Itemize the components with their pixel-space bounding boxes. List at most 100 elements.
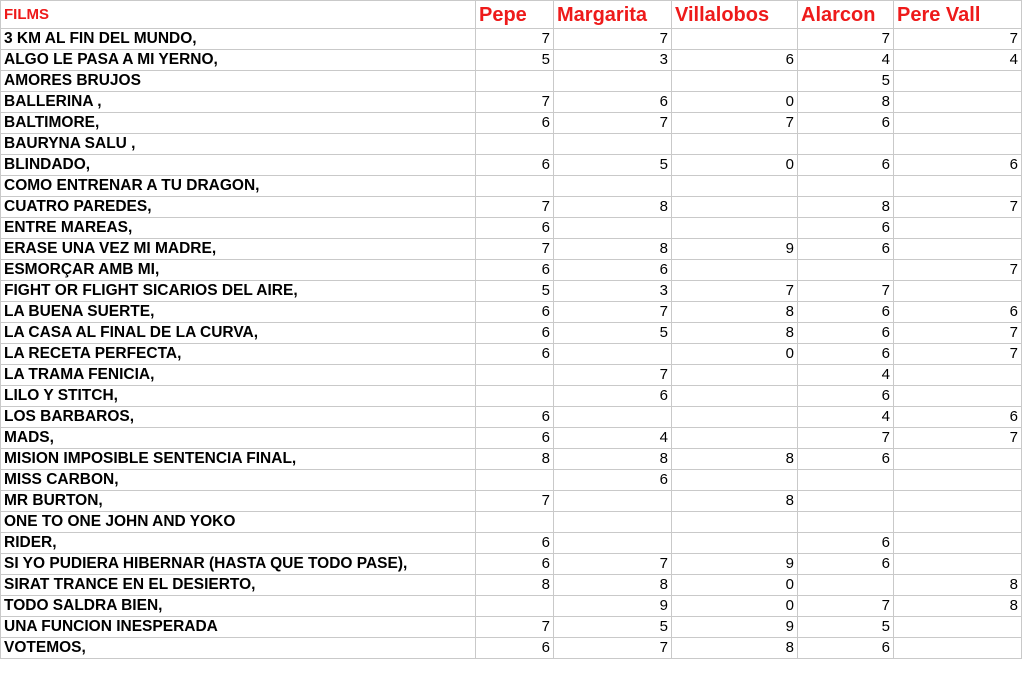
score-cell-villalobos[interactable]: 0	[671, 343, 798, 365]
score-cell-alarcon[interactable]: 4	[797, 49, 894, 71]
score-cell-pere-vall[interactable]: 7	[893, 343, 1022, 365]
header-cell-pere-vall[interactable]: Pere Vall	[893, 0, 1022, 29]
score-cell-margarita[interactable]: 8	[553, 196, 672, 218]
score-cell-pepe[interactable]: 6	[475, 553, 554, 575]
score-cell-villalobos[interactable]	[671, 427, 798, 449]
score-cell-pepe[interactable]	[475, 175, 554, 197]
score-cell-pere-vall[interactable]: 7	[893, 427, 1022, 449]
film-title-cell[interactable]: BALTIMORE,	[0, 112, 476, 134]
score-cell-alarcon[interactable]	[797, 574, 894, 596]
score-cell-villalobos[interactable]	[671, 259, 798, 281]
score-cell-villalobos[interactable]	[671, 385, 798, 407]
score-cell-alarcon[interactable]	[797, 511, 894, 533]
score-cell-pere-vall[interactable]	[893, 70, 1022, 92]
score-cell-alarcon[interactable]: 7	[797, 280, 894, 302]
score-cell-alarcon[interactable]: 6	[797, 343, 894, 365]
score-cell-pere-vall[interactable]	[893, 448, 1022, 470]
score-cell-pepe[interactable]: 8	[475, 448, 554, 470]
score-cell-alarcon[interactable]	[797, 469, 894, 491]
header-cell-villalobos[interactable]: Villalobos	[671, 0, 798, 29]
score-cell-pepe[interactable]: 7	[475, 616, 554, 638]
score-cell-villalobos[interactable]: 8	[671, 448, 798, 470]
score-cell-alarcon[interactable]: 6	[797, 532, 894, 554]
score-cell-pepe[interactable]: 7	[475, 28, 554, 50]
score-cell-pepe[interactable]: 6	[475, 406, 554, 428]
score-cell-margarita[interactable]: 5	[553, 322, 672, 344]
score-cell-alarcon[interactable]: 8	[797, 91, 894, 113]
score-cell-pere-vall[interactable]	[893, 469, 1022, 491]
score-cell-pere-vall[interactable]	[893, 490, 1022, 512]
score-cell-margarita[interactable]: 3	[553, 280, 672, 302]
score-cell-pepe[interactable]: 6	[475, 301, 554, 323]
film-title-cell[interactable]: ALGO LE PASA A MI YERNO,	[0, 49, 476, 71]
score-cell-pere-vall[interactable]	[893, 637, 1022, 659]
score-cell-margarita[interactable]: 7	[553, 301, 672, 323]
score-cell-alarcon[interactable]: 7	[797, 595, 894, 617]
score-cell-alarcon[interactable]: 8	[797, 196, 894, 218]
score-cell-alarcon[interactable]: 6	[797, 301, 894, 323]
header-cell-films[interactable]: FILMS	[0, 0, 476, 29]
score-cell-alarcon[interactable]	[797, 175, 894, 197]
score-cell-pere-vall[interactable]	[893, 553, 1022, 575]
score-cell-villalobos[interactable]: 0	[671, 91, 798, 113]
film-title-cell[interactable]: LA BUENA SUERTE,	[0, 301, 476, 323]
score-cell-pere-vall[interactable]	[893, 280, 1022, 302]
score-cell-villalobos[interactable]: 0	[671, 574, 798, 596]
score-cell-villalobos[interactable]: 9	[671, 238, 798, 260]
score-cell-margarita[interactable]: 7	[553, 637, 672, 659]
score-cell-alarcon[interactable]: 6	[797, 448, 894, 470]
score-cell-villalobos[interactable]: 6	[671, 49, 798, 71]
film-title-cell[interactable]: COMO ENTRENAR A TU DRAGON,	[0, 175, 476, 197]
score-cell-margarita[interactable]	[553, 217, 672, 239]
score-cell-alarcon[interactable]	[797, 133, 894, 155]
score-cell-margarita[interactable]	[553, 532, 672, 554]
score-cell-margarita[interactable]	[553, 511, 672, 533]
score-cell-villalobos[interactable]: 7	[671, 112, 798, 134]
score-cell-margarita[interactable]: 8	[553, 238, 672, 260]
score-cell-pere-vall[interactable]	[893, 217, 1022, 239]
score-cell-margarita[interactable]: 6	[553, 91, 672, 113]
score-cell-pere-vall[interactable]	[893, 532, 1022, 554]
score-cell-margarita[interactable]	[553, 343, 672, 365]
score-cell-villalobos[interactable]	[671, 364, 798, 386]
film-title-cell[interactable]: AMORES BRUJOS	[0, 70, 476, 92]
score-cell-pere-vall[interactable]	[893, 364, 1022, 386]
score-cell-margarita[interactable]: 7	[553, 364, 672, 386]
score-cell-margarita[interactable]	[553, 490, 672, 512]
score-cell-margarita[interactable]: 7	[553, 112, 672, 134]
score-cell-villalobos[interactable]: 8	[671, 637, 798, 659]
header-cell-margarita[interactable]: Margarita	[553, 0, 672, 29]
score-cell-pepe[interactable]: 6	[475, 259, 554, 281]
score-cell-pepe[interactable]: 5	[475, 280, 554, 302]
score-cell-margarita[interactable]: 6	[553, 385, 672, 407]
score-cell-alarcon[interactable]: 5	[797, 616, 894, 638]
score-cell-alarcon[interactable]: 4	[797, 406, 894, 428]
score-cell-pepe[interactable]: 6	[475, 217, 554, 239]
film-title-cell[interactable]: ESMORÇAR AMB MI,	[0, 259, 476, 281]
score-cell-margarita[interactable]	[553, 175, 672, 197]
score-cell-pepe[interactable]: 6	[475, 427, 554, 449]
score-cell-alarcon[interactable]: 6	[797, 112, 894, 134]
score-cell-margarita[interactable]: 6	[553, 469, 672, 491]
score-cell-margarita[interactable]: 7	[553, 28, 672, 50]
score-cell-alarcon[interactable]: 7	[797, 28, 894, 50]
film-title-cell[interactable]: MR BURTON,	[0, 490, 476, 512]
film-title-cell[interactable]: SIRAT TRANCE EN EL DESIERTO,	[0, 574, 476, 596]
score-cell-villalobos[interactable]	[671, 175, 798, 197]
score-cell-alarcon[interactable]	[797, 490, 894, 512]
score-cell-alarcon[interactable]: 5	[797, 70, 894, 92]
score-cell-alarcon[interactable]: 6	[797, 154, 894, 176]
score-cell-pere-vall[interactable]	[893, 133, 1022, 155]
score-cell-villalobos[interactable]	[671, 532, 798, 554]
score-cell-pere-vall[interactable]	[893, 385, 1022, 407]
score-cell-alarcon[interactable]: 4	[797, 364, 894, 386]
score-cell-villalobos[interactable]	[671, 70, 798, 92]
score-cell-pepe[interactable]: 6	[475, 532, 554, 554]
score-cell-pepe[interactable]: 8	[475, 574, 554, 596]
score-cell-pere-vall[interactable]: 6	[893, 406, 1022, 428]
score-cell-pepe[interactable]: 7	[475, 91, 554, 113]
score-cell-pepe[interactable]: 6	[475, 322, 554, 344]
score-cell-pere-vall[interactable]	[893, 112, 1022, 134]
score-cell-margarita[interactable]: 4	[553, 427, 672, 449]
film-title-cell[interactable]: UNA FUNCION INESPERADA	[0, 616, 476, 638]
